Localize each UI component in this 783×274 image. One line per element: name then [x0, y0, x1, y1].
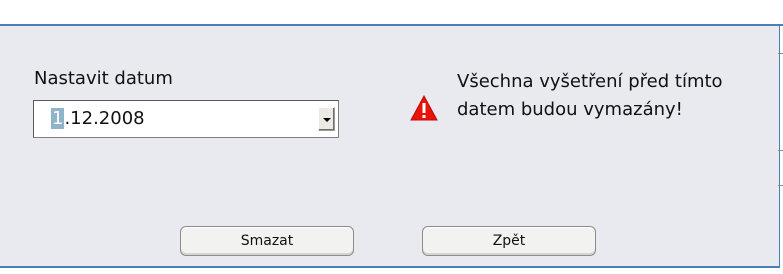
right-border-tick	[778, 53, 783, 54]
warning-line-2: datem budou vymazány!	[457, 99, 683, 120]
back-button[interactable]: Zpět	[422, 226, 596, 256]
bottom-window-strip	[0, 268, 783, 274]
date-field-value[interactable]: 1.12.2008	[51, 108, 145, 130]
right-border-tick	[778, 150, 783, 151]
top-window-strip	[0, 0, 783, 24]
warning-triangle-icon	[410, 94, 438, 121]
right-border-tick	[778, 185, 783, 186]
delete-by-date-dialog	[0, 26, 779, 266]
warning-message: Všechna vyšetření před tímto datem budou…	[457, 68, 767, 124]
warning-line-1: Všechna vyšetření před tímto	[457, 71, 723, 92]
date-dropdown-button[interactable]	[318, 107, 335, 131]
date-picker-combobox[interactable]: 1.12.2008	[33, 100, 339, 138]
date-month-year: .12.2008	[64, 108, 145, 129]
delete-button[interactable]: Smazat	[180, 226, 354, 256]
chevron-down-icon	[323, 118, 331, 122]
date-label: Nastavit datum	[34, 68, 173, 89]
date-day-selection: 1	[51, 108, 65, 129]
